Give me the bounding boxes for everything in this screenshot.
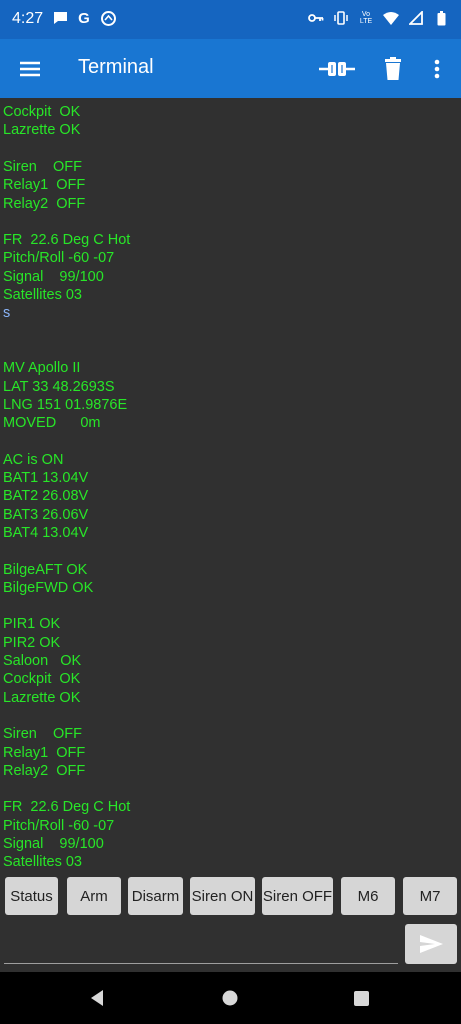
macro-m7-button[interactable]: M7 (403, 877, 457, 915)
terminal-line: BAT2 26.08V (3, 488, 89, 505)
more-options-icon[interactable] (428, 56, 446, 82)
chat-bubble-icon (52, 10, 68, 26)
home-icon[interactable] (221, 989, 239, 1007)
macro-siren-on-button[interactable]: Siren ON (190, 877, 255, 915)
terminal-line: PIR2 OK (3, 634, 61, 651)
terminal-line: Lazrette OK (3, 689, 81, 706)
terminal-line: Cockpit OK (3, 104, 81, 120)
terminal-line: MOVED 0m (3, 415, 101, 432)
terminal-line: Pitch/Roll -60 -07 (3, 817, 115, 834)
vibrate-icon (333, 10, 349, 26)
terminal-line: PIR1 OK (3, 616, 61, 633)
google-icon: G (78, 9, 90, 27)
terminal-line: LAT 33 48.2693S (3, 378, 115, 395)
recents-icon[interactable] (353, 990, 370, 1007)
terminal-line: FR 22.6 Deg C Hot (3, 232, 131, 249)
terminal-line: BilgeAFT OK (3, 561, 88, 578)
terminal-line: Pitch/Roll -60 -07 (3, 250, 115, 267)
macro-arm-button[interactable]: Arm (67, 877, 121, 915)
status-time: 4:27 (12, 10, 44, 27)
terminal-line: Lazrette OK (3, 122, 81, 139)
terminal-line: Siren OFF (3, 158, 82, 175)
macro-disarm-button[interactable]: Disarm (128, 877, 183, 915)
vpn-key-icon (308, 10, 324, 26)
terminal-line: BAT4 13.04V (3, 524, 89, 541)
terminal-line: LNG 151 01.9876E (3, 396, 128, 413)
macro-m6-button[interactable]: M6 (341, 877, 395, 915)
browser-icon (100, 10, 116, 26)
terminal-line: Signal 99/100 (3, 268, 104, 285)
terminal-output[interactable]: Cockpit OK Lazrette OK Siren OFF Relay1 OFF… (0, 98, 461, 872)
terminal-line: Satellites 03 (3, 854, 82, 871)
terminal-line: Relay2 OFF (3, 762, 86, 779)
back-icon[interactable] (87, 988, 107, 1008)
signal-icon (408, 10, 424, 26)
terminal-line: Relay2 OFF (3, 195, 86, 212)
status-bar: 4:27 G Vo LTE (0, 0, 461, 39)
terminal-line: BAT1 13.04V (3, 470, 89, 486)
send-button[interactable] (405, 924, 457, 964)
macro-siren-off-button[interactable]: Siren OFF (262, 877, 333, 915)
terminal-line: Cockpit OK (3, 671, 81, 688)
terminal-line: BilgeFWD OK (3, 579, 94, 596)
terminal-line: Relay1 OFF (3, 744, 86, 761)
terminal-line: MV Apollo II (3, 360, 81, 377)
battery-icon (433, 10, 449, 26)
trash-icon[interactable] (381, 56, 405, 82)
send-icon (420, 935, 443, 953)
input-underline (4, 963, 398, 964)
app-bar: Terminal (0, 39, 461, 98)
terminal-line: BAT3 26.06V (3, 506, 89, 523)
send-text-input[interactable] (4, 930, 400, 962)
terminal-line: Saloon OK (3, 653, 82, 669)
menu-icon[interactable] (16, 56, 44, 82)
terminal-line: AC is ON (3, 451, 64, 468)
terminal-line: FR 22.6 Deg C Hot (3, 799, 131, 816)
terminal-line: Siren OFF (3, 726, 82, 743)
navigation-bar (0, 972, 461, 1024)
connect-plug-icon[interactable] (318, 57, 356, 81)
macro-button-row: Status Arm Disarm Siren ON Siren OFF M6 … (0, 876, 461, 916)
volte-icon: Vo LTE (359, 11, 373, 25)
wifi-icon (383, 10, 399, 26)
terminal-line: Satellites 03 (3, 287, 82, 303)
macro-status-button[interactable]: Status (5, 877, 58, 915)
terminal-line: Relay1 OFF (3, 177, 86, 194)
terminal-line: Signal 99/100 (3, 836, 104, 852)
terminal-line: s (3, 305, 11, 322)
input-row (0, 918, 461, 972)
page-title: Terminal (78, 56, 154, 78)
